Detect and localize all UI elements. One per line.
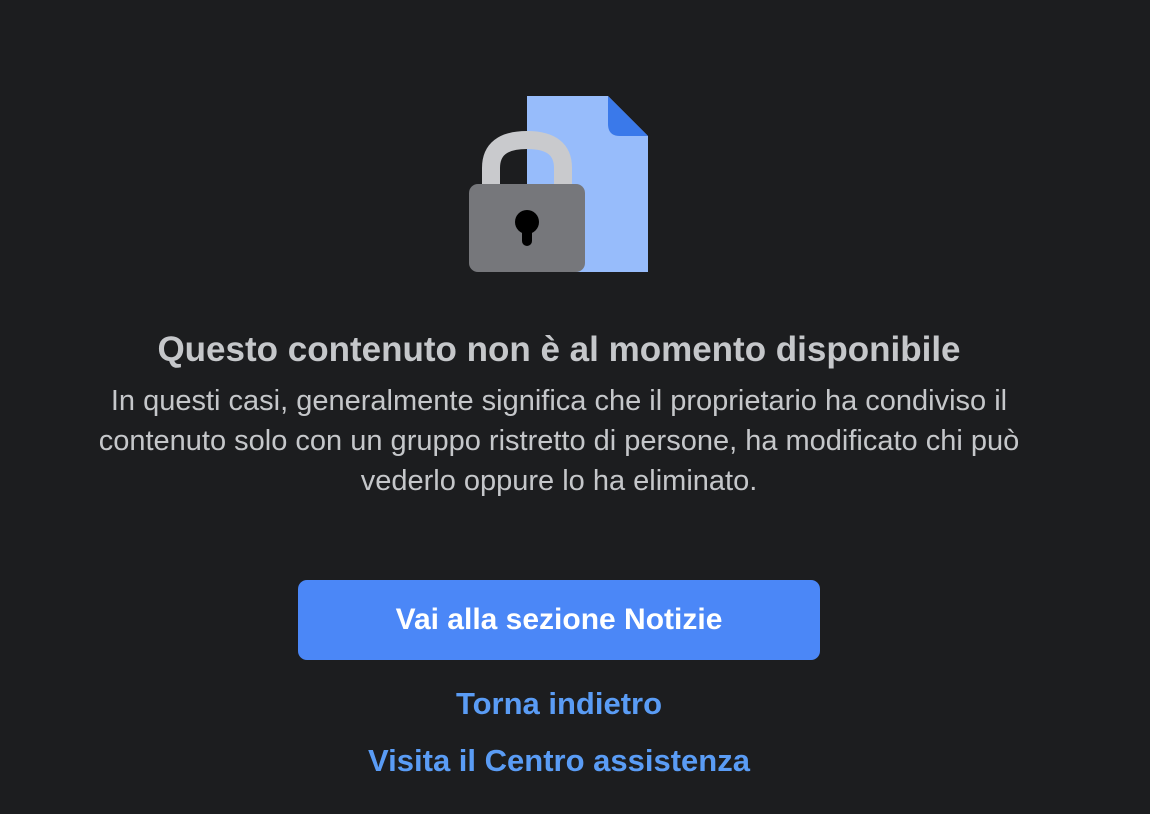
help-center-link[interactable]: Visita il Centro assistenza — [0, 741, 1118, 781]
locked-document-icon — [469, 96, 648, 272]
document-fold — [608, 96, 648, 136]
go-back-link[interactable]: Torna indietro — [0, 684, 1118, 724]
go-to-news-feed-button[interactable]: Vai alla sezione Notizie — [298, 580, 820, 660]
page-title: Questo contenuto non è al momento dispon… — [157, 330, 961, 369]
locked-content-illustration — [468, 96, 650, 274]
unavailable-description: In questi casi, generalmente significa c… — [98, 385, 1020, 497]
